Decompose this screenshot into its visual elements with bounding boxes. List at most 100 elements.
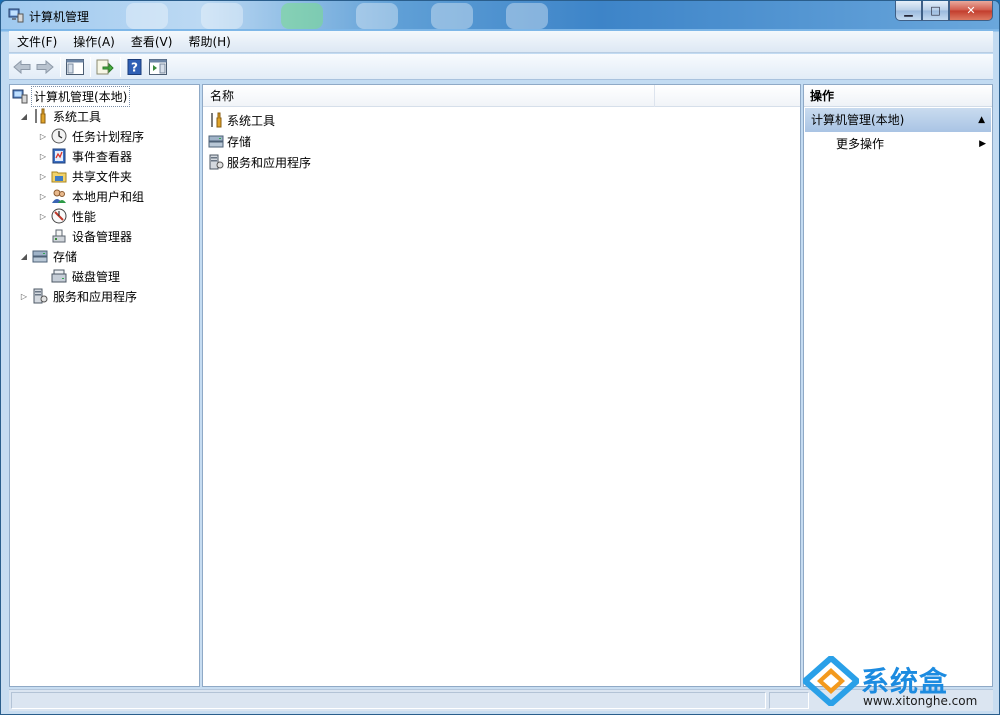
tree-item-disk-management[interactable]: 磁盘管理	[49, 266, 122, 286]
tree-item-task-scheduler[interactable]: ▷ 任务计划程序	[37, 126, 146, 146]
tree-label: 事件查看器	[72, 149, 133, 164]
watermark-url: www.xitonghe.com	[863, 694, 978, 708]
console-tree[interactable]: 计算机管理(本地) ◢ 系统工具 ▷ 任务计划程序 ▷ 事件查看器 ▷ 共享文件…	[9, 84, 200, 687]
expand-arrow-icon[interactable]: ▷	[18, 290, 30, 302]
users-icon	[52, 189, 66, 203]
shared-folder-icon	[51, 171, 67, 183]
tree-item-local-users[interactable]: ▷ 本地用户和组	[37, 186, 146, 206]
menu-view[interactable]: 查看(V)	[123, 31, 181, 53]
list-item-label: 存储	[227, 134, 252, 149]
forward-button[interactable]	[34, 56, 56, 78]
export-list-icon	[96, 59, 114, 74]
storage-icon	[208, 135, 224, 148]
more-actions-item[interactable]: 更多操作 ▶	[836, 134, 986, 154]
menu-help[interactable]: 帮助(H)	[180, 31, 238, 53]
expand-arrow-icon[interactable]: ▷	[37, 170, 49, 182]
action-section-header[interactable]: 计算机管理(本地) ▲	[805, 108, 991, 132]
disk-icon	[51, 269, 67, 283]
toolbar-separator	[120, 56, 121, 77]
performance-gauge-icon	[51, 208, 67, 224]
tree-label: 计算机管理(本地)	[31, 85, 131, 107]
show-hide-action-pane-button[interactable]	[147, 56, 169, 78]
window-controls: ▁ □ ✕	[895, 1, 993, 21]
action-pane-title: 操作	[804, 85, 992, 107]
event-log-icon	[52, 148, 66, 164]
tree-item-performance[interactable]: ▷ 性能	[37, 206, 98, 226]
taskbar-ghost	[506, 3, 548, 29]
app-window: 计算机管理 ▁ □ ✕ 文件(F) 操作(A) 查看(V) 帮助(H) ? 计算…	[0, 0, 1000, 715]
expand-arrow-icon[interactable]: ▷	[37, 150, 49, 162]
menu-action[interactable]: 操作(A)	[65, 31, 123, 53]
taskbar-ghost	[201, 3, 243, 29]
tree-label: 性能	[72, 209, 97, 224]
help-button[interactable]: ?	[124, 56, 146, 78]
window-title: 计算机管理	[29, 10, 90, 24]
storage-icon	[32, 250, 48, 263]
tree-item-shared-folders[interactable]: ▷ 共享文件夹	[37, 166, 134, 186]
show-hide-action-pane-icon	[149, 58, 167, 75]
taskbar-ghost	[431, 3, 473, 29]
menu-file[interactable]: 文件(F)	[9, 31, 65, 53]
taskbar-ghost	[126, 3, 168, 29]
submenu-arrow-icon: ▶	[979, 139, 986, 149]
tree-label: 磁盘管理	[72, 269, 121, 284]
tree-label: 服务和应用程序	[53, 289, 138, 304]
list-item[interactable]: 存储	[208, 131, 251, 151]
toolbar-separator	[90, 56, 91, 77]
taskbar-ghost	[281, 3, 323, 29]
action-pane: 操作 计算机管理(本地) ▲ 更多操作 ▶	[803, 84, 993, 687]
column-header-row: 名称	[203, 85, 800, 107]
svg-text:?: ?	[131, 60, 138, 74]
tools-icon	[35, 108, 46, 124]
menu-bar: 文件(F) 操作(A) 查看(V) 帮助(H)	[9, 31, 993, 53]
collapse-up-icon[interactable]: ▲	[978, 108, 985, 132]
site-watermark: 系统盒 www.xitonghe.com	[803, 656, 993, 708]
services-icon	[209, 154, 224, 170]
results-pane[interactable]: 名称 系统工具 存储 服务和应用程序	[202, 84, 801, 687]
show-hide-tree-button[interactable]	[64, 56, 86, 78]
toolbar: ?	[9, 54, 993, 80]
services-icon	[33, 288, 48, 304]
show-hide-tree-icon	[66, 58, 84, 75]
device-manager-icon	[52, 229, 66, 243]
back-button[interactable]	[11, 56, 33, 78]
computer-management-icon[interactable]	[8, 7, 24, 23]
expand-arrow-icon[interactable]: ▷	[37, 190, 49, 202]
toolbar-separator	[60, 56, 61, 77]
tools-icon	[211, 112, 222, 128]
tree-item-root[interactable]: 计算机管理(本地)	[12, 85, 131, 107]
clock-icon	[51, 128, 67, 144]
tree-item-event-viewer[interactable]: ▷ 事件查看器	[37, 146, 134, 166]
column-header-name[interactable]: 名称	[203, 85, 655, 107]
expand-arrow-icon[interactable]: ▷	[37, 210, 49, 222]
restore-button[interactable]: □	[922, 1, 949, 21]
forward-arrow-icon	[36, 59, 54, 74]
list-item[interactable]: 服务和应用程序	[208, 152, 311, 172]
list-item[interactable]: 系统工具	[208, 110, 275, 130]
back-arrow-icon	[13, 59, 31, 74]
list-item-label: 系统工具	[227, 113, 276, 128]
list-item-label: 服务和应用程序	[227, 155, 312, 170]
status-segment	[11, 692, 766, 709]
tree-label: 系统工具	[53, 109, 102, 124]
tree-label: 共享文件夹	[72, 169, 133, 184]
expand-arrow-icon[interactable]: ▷	[37, 130, 49, 142]
taskbar-ghost	[356, 3, 398, 29]
computer-management-icon	[12, 89, 28, 104]
title-bar[interactable]: 计算机管理 ▁ □ ✕	[1, 1, 999, 29]
tree-item-device-manager[interactable]: 设备管理器	[49, 226, 134, 246]
tree-item-system-tools[interactable]: ◢ 系统工具	[18, 106, 103, 126]
minimize-button[interactable]: ▁	[895, 1, 922, 21]
tree-label: 存储	[53, 249, 78, 264]
tree-label: 设备管理器	[72, 229, 133, 244]
collapse-arrow-icon[interactable]: ◢	[18, 110, 30, 122]
tree-item-services-apps[interactable]: ▷ 服务和应用程序	[18, 286, 139, 306]
tree-label: 任务计划程序	[72, 129, 145, 144]
tree-label: 本地用户和组	[72, 189, 145, 204]
tree-item-storage[interactable]: ◢ 存储	[18, 246, 79, 266]
brand-logo-icon	[803, 656, 859, 706]
export-list-button[interactable]	[94, 56, 116, 78]
collapse-arrow-icon[interactable]: ◢	[18, 250, 30, 262]
close-button[interactable]: ✕	[949, 1, 993, 21]
more-actions-label: 更多操作	[836, 137, 885, 151]
